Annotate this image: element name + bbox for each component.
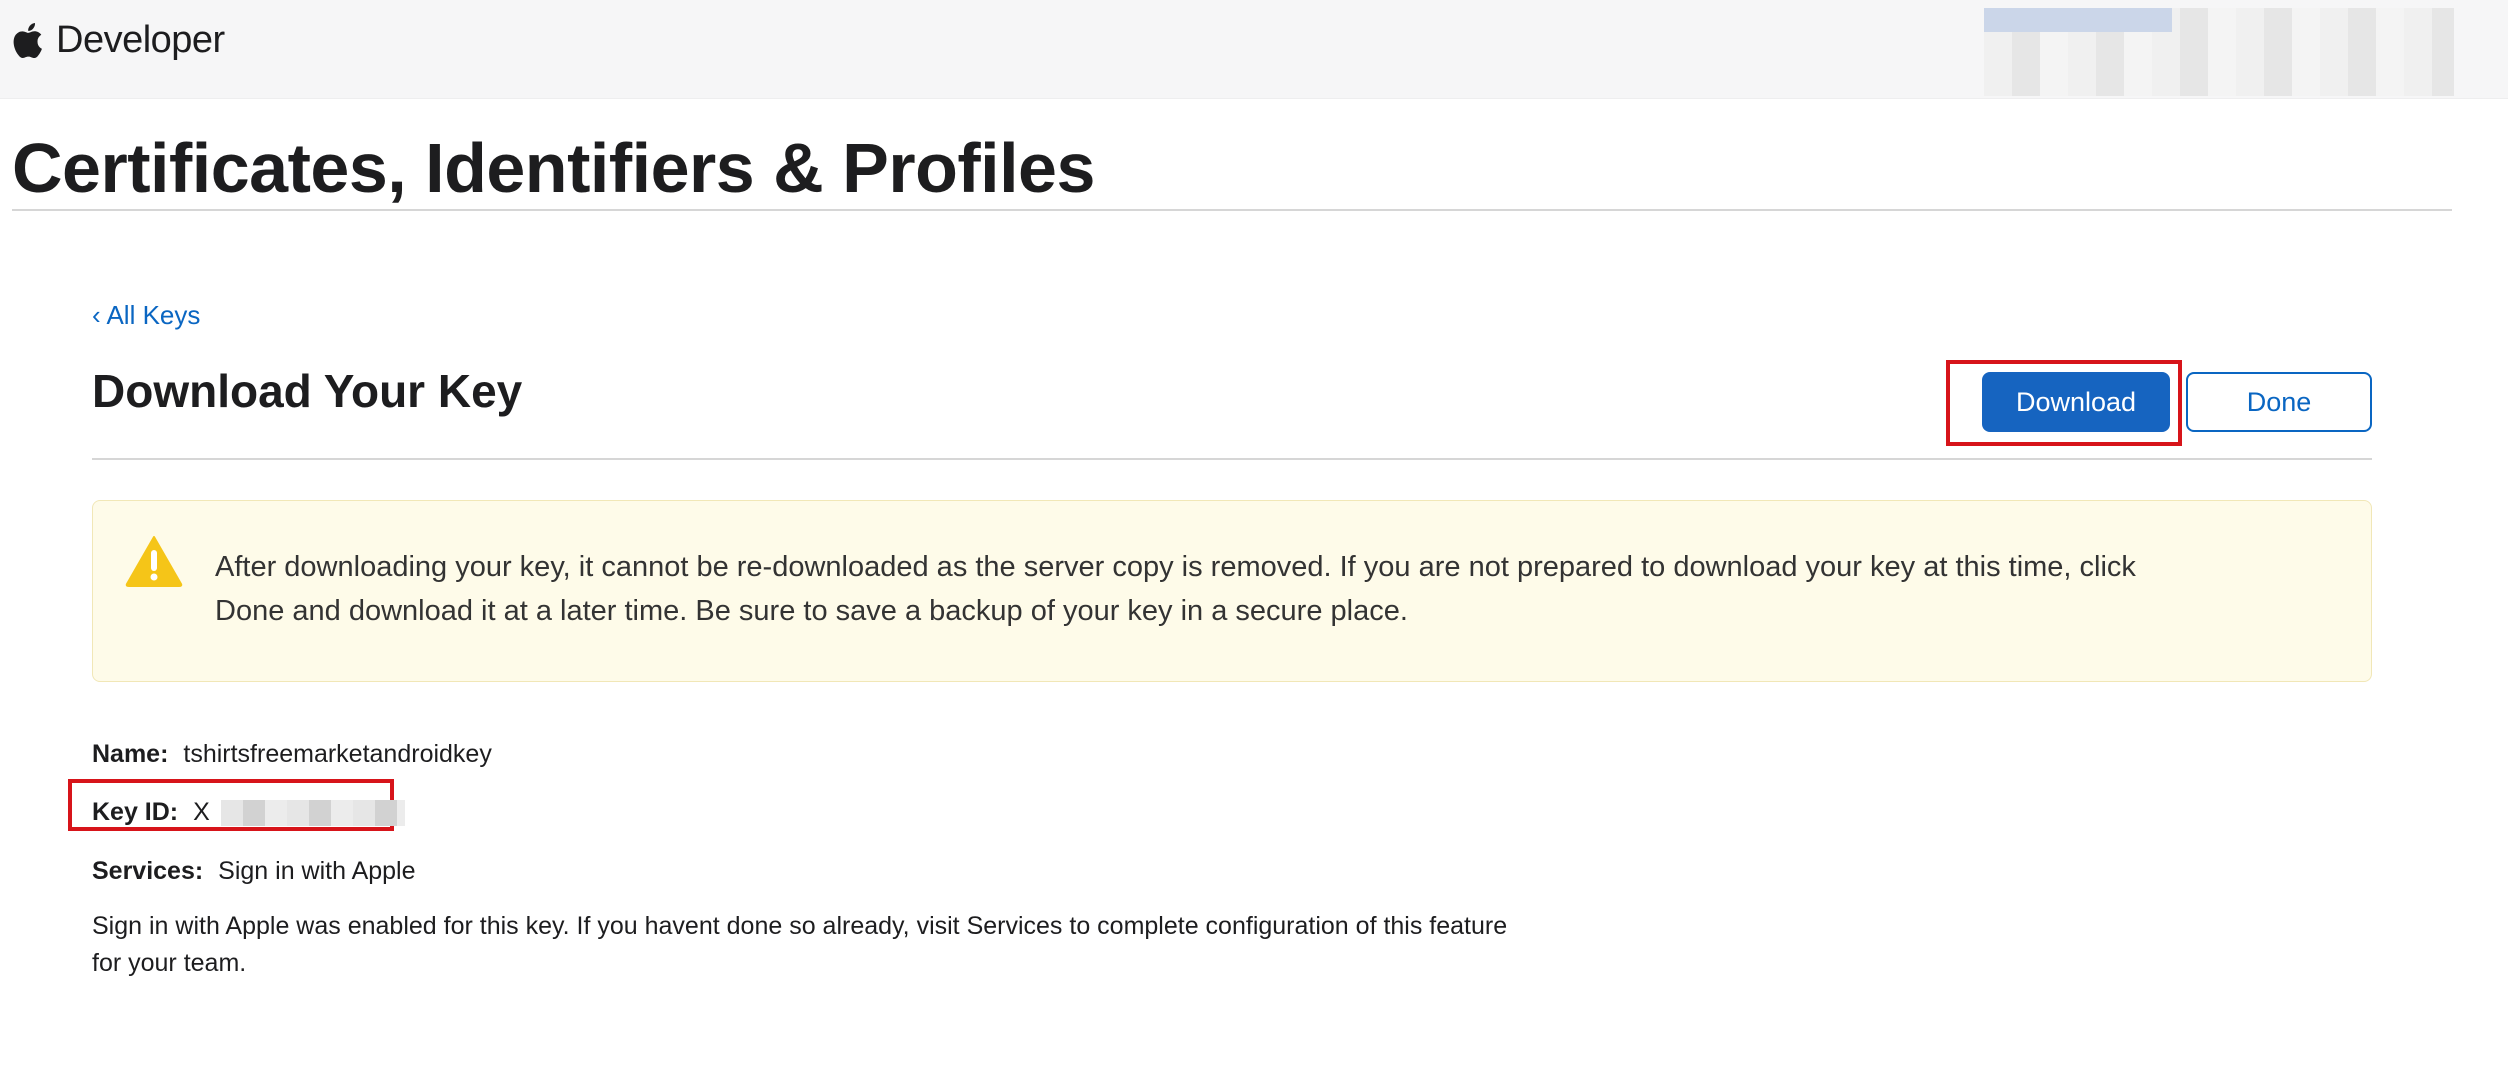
warning-banner: After downloading your key, it cannot be… xyxy=(92,500,2372,682)
services-note: Sign in with Apple was enabled for this … xyxy=(92,912,1508,977)
services-value: Sign in with Apple xyxy=(218,857,416,885)
name-label: Name: xyxy=(92,740,169,768)
apple-logo-icon xyxy=(13,23,42,59)
developer-home-link[interactable]: Developer xyxy=(12,18,225,62)
key-id-row: Key ID: X xyxy=(92,798,405,827)
download-button[interactable]: Download xyxy=(1982,372,2170,432)
global-header: Developer xyxy=(0,0,2508,99)
page-title: Certificates, Identifiers & Profiles xyxy=(12,129,1095,207)
done-button[interactable]: Done xyxy=(2186,372,2372,432)
brand-label: Developer xyxy=(56,18,225,61)
key-id-redacted xyxy=(220,800,405,827)
warning-text: After downloading your key, it cannot be… xyxy=(215,551,2136,627)
key-id-label: Key ID: xyxy=(92,798,179,826)
key-name-row: Name: tshirtsfreemarketandroidkey xyxy=(92,740,492,769)
key-id-value-prefix: X xyxy=(193,798,210,826)
title-divider xyxy=(12,209,2452,211)
warning-triangle-icon xyxy=(125,536,183,587)
name-value: tshirtsfreemarketandroidkey xyxy=(183,740,492,768)
section-title: Download Your Key xyxy=(92,365,523,417)
all-keys-back-link[interactable]: ‹ All Keys xyxy=(92,300,200,331)
services-label: Services: xyxy=(92,857,204,885)
section-divider xyxy=(92,458,2372,460)
services-row: Services: Sign in with Apple xyxy=(92,857,416,886)
account-menu-redacted[interactable] xyxy=(1984,8,2454,96)
